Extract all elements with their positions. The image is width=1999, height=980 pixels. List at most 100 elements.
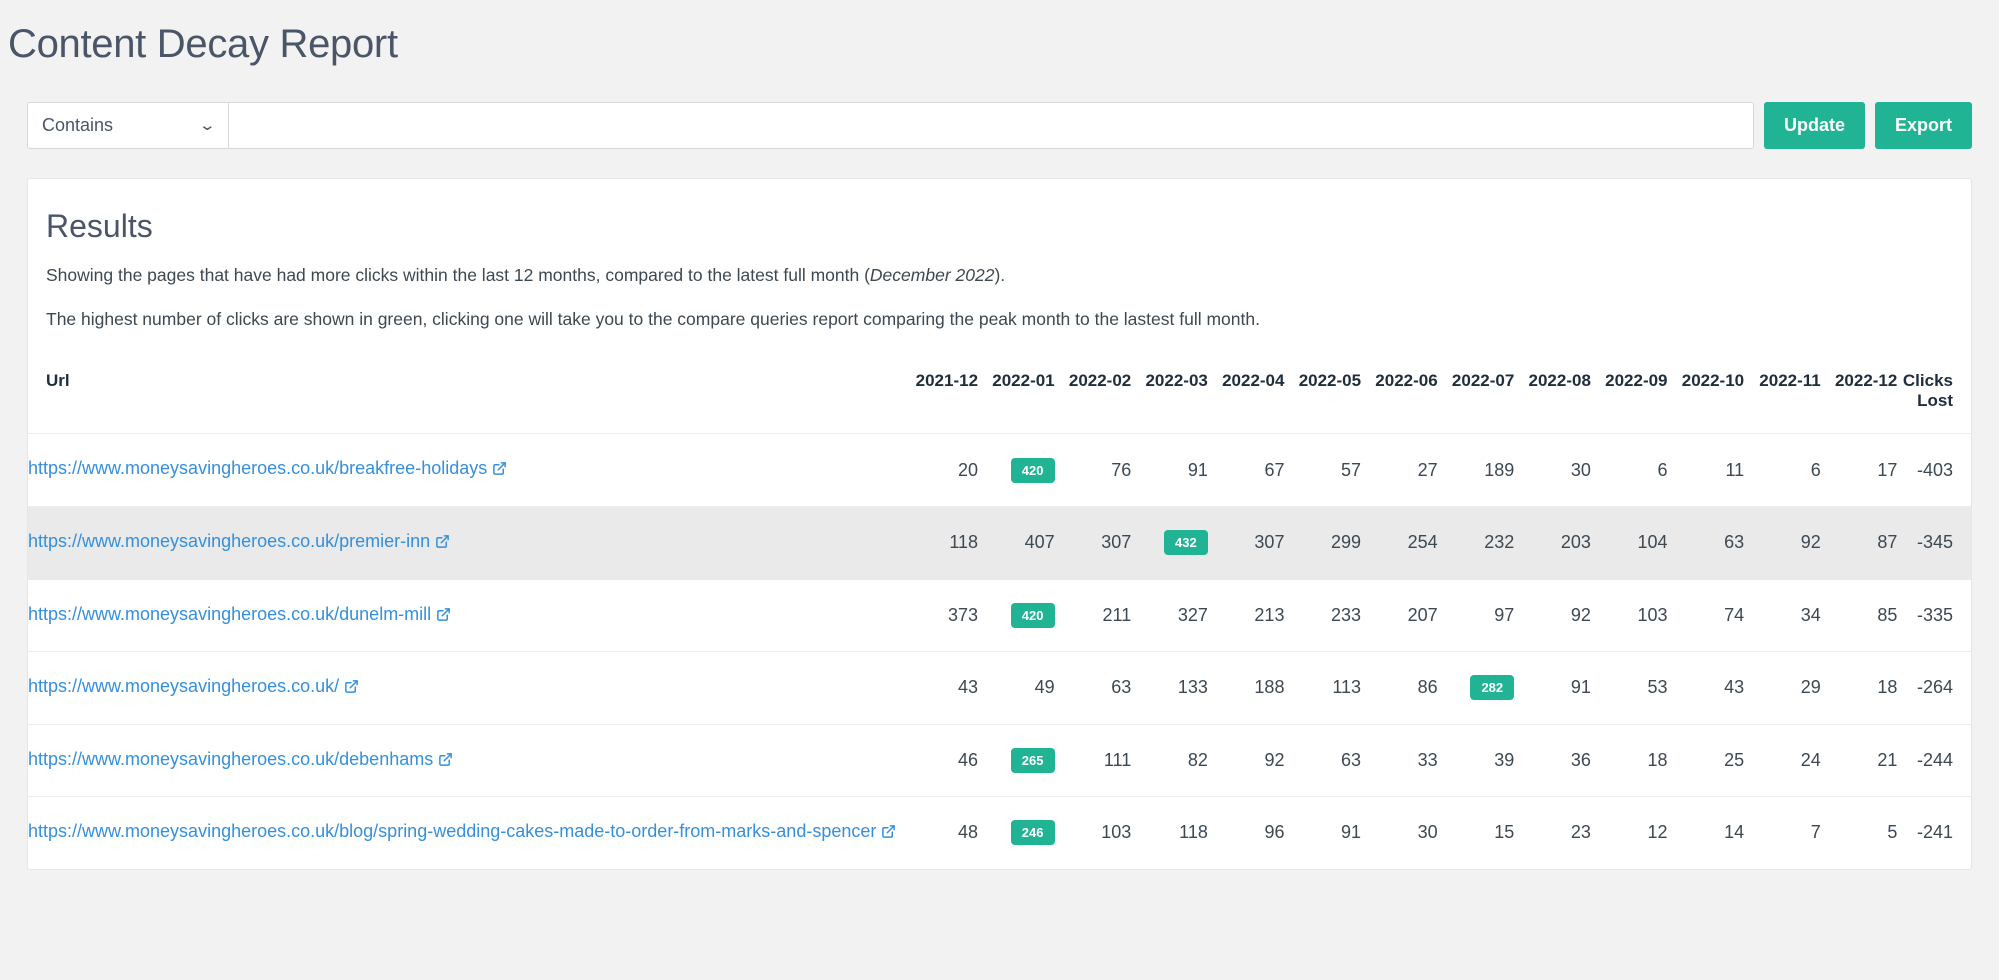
peak-clicks-badge[interactable]: 432 bbox=[1163, 530, 1208, 556]
cell-2022-12: 87 bbox=[1820, 506, 1898, 580]
external-link-icon[interactable] bbox=[436, 604, 451, 630]
results-card-header: Results Showing the pages that have had … bbox=[28, 179, 1971, 353]
results-note-month: December 2022 bbox=[869, 265, 995, 286]
url-cell: https://www.moneysavingheroes.co.uk/ bbox=[28, 651, 902, 725]
clicks-lost-value: -403 bbox=[1897, 433, 1971, 507]
cell-2022-07: 232 bbox=[1437, 506, 1515, 580]
cell-2022-06: 33 bbox=[1361, 724, 1438, 798]
column-header-2022-06[interactable]: 2022-06 bbox=[1361, 353, 1438, 435]
cell-2021-12: 118 bbox=[901, 506, 979, 580]
table-row: https://www.moneysavingheroes.co.uk/blog… bbox=[28, 797, 1971, 869]
clicks-lost-line-1: Clicks bbox=[1902, 371, 1953, 391]
cell-2022-06: 27 bbox=[1361, 433, 1438, 507]
cell-2022-05: 57 bbox=[1284, 433, 1362, 507]
url-cell: https://www.moneysavingheroes.co.uk/brea… bbox=[28, 433, 902, 507]
results-note-primary: Showing the pages that have had more cli… bbox=[46, 264, 1953, 288]
peak-clicks-badge[interactable]: 282 bbox=[1470, 675, 1515, 701]
external-link-icon[interactable] bbox=[344, 676, 359, 702]
cell-2022-07: 189 bbox=[1437, 433, 1515, 507]
cell-2022-08: 23 bbox=[1570, 822, 1591, 843]
url-link[interactable]: https://www.moneysavingheroes.co.uk/debe… bbox=[28, 749, 433, 769]
column-header-2022-04[interactable]: 2022-04 bbox=[1207, 353, 1285, 435]
cell-2022-09: 53 bbox=[1590, 651, 1668, 725]
url-link[interactable]: https://www.moneysavingheroes.co.uk/ bbox=[28, 676, 339, 696]
cell-2022-12: 21 bbox=[1820, 724, 1898, 798]
cell-2022-04: 96 bbox=[1264, 822, 1285, 843]
external-link-icon[interactable] bbox=[492, 458, 507, 484]
external-link-icon[interactable] bbox=[438, 749, 453, 775]
external-link-icon[interactable] bbox=[435, 531, 450, 557]
column-header-2022-12[interactable]: 2022-12 bbox=[1820, 353, 1898, 435]
peak-clicks-badge[interactable]: 246 bbox=[1010, 820, 1055, 846]
cell-2022-03: 133 bbox=[1131, 651, 1208, 725]
update-button[interactable]: Update bbox=[1763, 102, 1865, 149]
cell-2022-04: 67 bbox=[1207, 433, 1285, 507]
url-link[interactable]: https://www.moneysavingheroes.co.uk/dune… bbox=[28, 604, 431, 624]
column-header-2022-08[interactable]: 2022-08 bbox=[1514, 353, 1591, 435]
column-header-2022-07[interactable]: 2022-07 bbox=[1437, 353, 1515, 435]
cell-2022-03[interactable]: 432 bbox=[1131, 506, 1208, 580]
cell-2022-09: 104 bbox=[1590, 506, 1668, 580]
cell-2022-11: 6 bbox=[1744, 433, 1821, 507]
cell-2022-02: 76 bbox=[1054, 433, 1132, 507]
clicks-lost-line-2: Lost bbox=[1917, 391, 1953, 411]
column-header-2022-01[interactable]: 2022-01 bbox=[978, 353, 1055, 435]
page-title: Content Decay Report bbox=[8, 22, 398, 66]
column-header-2022-09[interactable]: 2022-09 bbox=[1590, 353, 1668, 435]
table-row: https://www.moneysavingheroes.co.uk/dune… bbox=[28, 579, 1971, 653]
cell-2022-01[interactable]: 265 bbox=[978, 724, 1055, 798]
column-header-2022-02[interactable]: 2022-02 bbox=[1054, 353, 1132, 435]
url-link[interactable]: https://www.moneysavingheroes.co.uk/brea… bbox=[28, 458, 487, 478]
results-table-head: Url 2021-12 2022-01 2022-02 2022-03 2022… bbox=[28, 353, 1971, 435]
cell-2022-02: 111 bbox=[1054, 724, 1132, 798]
column-header-2022-03[interactable]: 2022-03 bbox=[1131, 353, 1208, 435]
cell-2022-10: 74 bbox=[1667, 579, 1745, 653]
peak-clicks-badge[interactable]: 420 bbox=[1010, 457, 1055, 483]
cell-2022-06: 207 bbox=[1361, 579, 1438, 653]
cell-2022-03: 118 bbox=[1179, 822, 1208, 843]
clicks-lost-value: -335 bbox=[1897, 579, 1971, 653]
cell-2022-01: 49 bbox=[978, 651, 1055, 725]
table-header-row: Url 2021-12 2022-01 2022-02 2022-03 2022… bbox=[28, 353, 1971, 435]
cell-2022-11: 34 bbox=[1744, 579, 1821, 653]
cell-2022-09: 18 bbox=[1590, 724, 1668, 798]
cell-2022-01[interactable]: 246 bbox=[978, 797, 1055, 869]
column-header-url[interactable]: Url bbox=[28, 353, 902, 435]
cell-2022-01[interactable]: 420 bbox=[978, 433, 1055, 507]
match-type-select[interactable]: Contains ⌄ bbox=[27, 102, 229, 149]
cell-2022-11: 7 bbox=[1810, 822, 1821, 843]
column-header-2021-12[interactable]: 2021-12 bbox=[901, 353, 979, 435]
cell-2022-07[interactable]: 282 bbox=[1437, 651, 1515, 725]
chevron-down-icon: ⌄ bbox=[198, 117, 217, 134]
external-link-icon[interactable] bbox=[881, 821, 896, 847]
url-cell: https://www.moneysavingheroes.co.uk/dune… bbox=[28, 579, 902, 653]
cell-2022-04: 307 bbox=[1207, 506, 1285, 580]
cell-2022-10: 11 bbox=[1667, 433, 1745, 507]
cell-2022-01[interactable]: 420 bbox=[978, 579, 1055, 653]
clicks-lost-value: -241 bbox=[1916, 822, 1953, 843]
cell-2022-04: 213 bbox=[1207, 579, 1285, 653]
export-button[interactable]: Export bbox=[1874, 102, 1972, 149]
url-link[interactable]: https://www.moneysavingheroes.co.uk/blog… bbox=[28, 821, 876, 841]
results-note-secondary: The highest number of clicks are shown i… bbox=[46, 308, 1260, 329]
cell-2022-06: 30 bbox=[1417, 822, 1438, 843]
url-link[interactable]: https://www.moneysavingheroes.co.uk/prem… bbox=[28, 531, 430, 551]
cell-2021-12: 20 bbox=[901, 433, 979, 507]
cell-2022-04: 92 bbox=[1207, 724, 1285, 798]
cell-2022-02: 103 bbox=[1101, 822, 1132, 843]
peak-clicks-badge[interactable]: 265 bbox=[1010, 747, 1055, 773]
column-header-clicks-lost[interactable]: Clicks Lost bbox=[1897, 353, 1971, 435]
column-header-2022-05[interactable]: 2022-05 bbox=[1284, 353, 1362, 435]
cell-2022-12: 5 bbox=[1887, 822, 1898, 843]
column-header-2022-11[interactable]: 2022-11 bbox=[1744, 353, 1821, 435]
filter-query-input[interactable] bbox=[229, 102, 1754, 149]
cell-2022-05: 299 bbox=[1284, 506, 1362, 580]
cell-2022-08: 92 bbox=[1514, 579, 1591, 653]
column-header-2022-10[interactable]: 2022-10 bbox=[1667, 353, 1745, 435]
url-cell: https://www.moneysavingheroes.co.uk/blog… bbox=[28, 797, 901, 869]
peak-clicks-badge[interactable]: 420 bbox=[1010, 602, 1055, 628]
cell-2022-12: 17 bbox=[1820, 433, 1898, 507]
cell-2022-12: 18 bbox=[1820, 651, 1898, 725]
cell-2022-11: 29 bbox=[1744, 651, 1821, 725]
results-table: Url 2021-12 2022-01 2022-02 2022-03 2022… bbox=[28, 353, 1971, 868]
